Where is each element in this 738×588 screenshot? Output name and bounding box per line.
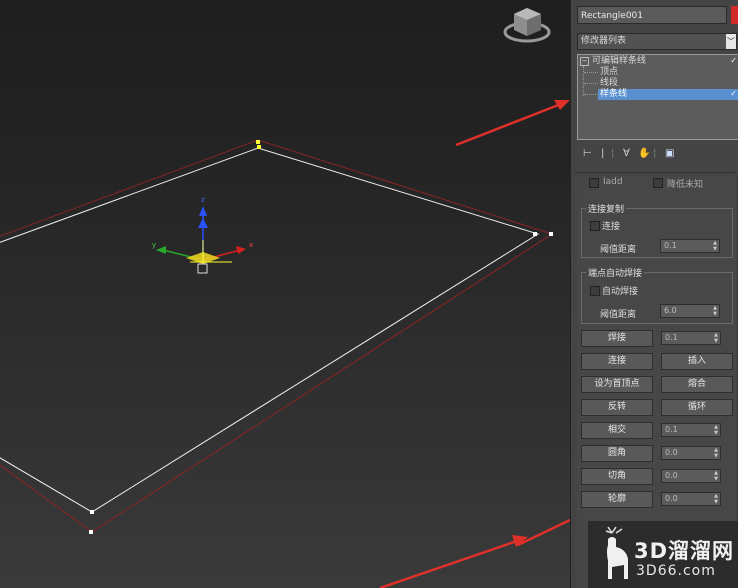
separator: ¦ [653,148,657,159]
fuse-button[interactable]: 熔合 [661,376,733,393]
weld-threshold-label: 阈值距离 [600,310,637,320]
chevron-down-icon[interactable]: ﹀ [726,34,736,49]
end-weld-title: 端点自动焊接 [586,266,645,279]
vertex-top-2[interactable] [257,145,261,149]
separator: ¦ [611,148,615,159]
insert-button[interactable]: 插入 [661,353,733,370]
deer-logo-icon [605,526,628,579]
viewport-canvas[interactable]: z x y [0,0,570,588]
fillet-button[interactable]: 圆角 [581,445,653,462]
gizmo-z-label: z [201,196,205,204]
connect-button[interactable]: 连接 [581,353,653,370]
connect-threshold-value: 0.1 [664,241,677,250]
weld-button[interactable]: 焊接 [581,330,653,347]
connect-copy-group: 连接复制 连接 阈值距离 0.1 ▲ ▼ [581,202,733,258]
connect-copy-title: 连接复制 [586,202,627,215]
spinner-arrows-icon[interactable]: ▲ ▼ [713,493,719,505]
end-weld-group: 端点自动焊接 自动焊接 阈值距离 6.0 ▲ ▼ [581,266,733,324]
outline-button[interactable]: 轮廓 [581,491,653,508]
weld-threshold-spinner[interactable]: 6.0 ▲ ▼ [660,304,720,318]
chamfer-button[interactable]: 切角 [581,468,653,485]
spinner-arrows-icon[interactable]: ▲ ▼ [713,424,719,436]
object-color-swatch[interactable] [731,6,738,24]
stack-item-segment[interactable]: 线段 [600,78,618,89]
weld-spinner[interactable]: 0.1 ▲ ▼ [661,331,721,345]
modifier-stack[interactable]: − 可编辑样条线 ✓ 顶点 线段 样条线 ✓ [577,54,738,140]
spline-outline-red [0,139,554,533]
connect-copy-checkbox[interactable] [590,221,600,231]
pin-stack-icon[interactable]: ⊢ [583,148,592,159]
gizmo-x-label: x [249,241,253,249]
weld-threshold-value: 6.0 [664,306,677,315]
partial-checkbox[interactable] [589,178,599,188]
annotation-arrow-top [455,100,570,147]
cycle-button[interactable]: 循环 [661,399,733,416]
partial-label-right: 降低未知 [667,180,704,190]
tree-line [583,66,584,96]
connect-copy-label: 连接 [602,222,621,232]
stack-item-spline[interactable]: 样条线 [598,89,738,100]
fillet-spinner[interactable]: 0.0 ▲ ▼ [661,446,721,460]
connect-threshold-label: 阈值距离 [600,245,637,255]
viewport-perspective[interactable]: z x y [0,0,570,588]
check-icon: ✓ [730,56,737,65]
vertex-top[interactable] [256,140,260,144]
spline-rectangle[interactable] [0,147,540,513]
watermark-cn: 3D溜溜网 [634,539,735,563]
auto-weld-label: 自动焊接 [602,287,639,297]
watermark-en: 3D66.com [636,563,716,579]
move-gizmo[interactable]: z x y [152,196,253,274]
gizmo-y-label: y [152,241,156,249]
cross-insert-spinner[interactable]: 0.1 ▲ ▼ [661,423,721,437]
stack-item-editable-spline[interactable]: 可编辑样条线 [592,56,646,67]
spinner-arrows-icon[interactable]: ▲ ▼ [712,305,718,317]
modifier-list-label: 修改器列表 [581,36,627,46]
check-icon: ✓ [730,89,737,98]
viewcube-icon[interactable] [503,8,551,43]
spinner-arrows-icon[interactable]: ▲ ▼ [713,447,719,459]
reverse-button[interactable]: 反转 [581,399,653,416]
divider [575,172,735,173]
vertex-right[interactable] [533,232,537,236]
vertex-bottom[interactable] [90,510,94,514]
tree-branch [584,83,598,84]
vertex-right-outer[interactable] [549,232,553,236]
modifier-list-dropdown[interactable]: 修改器列表 ﹀ [577,33,737,50]
weld-value: 0.1 [665,333,678,342]
chamfer-spinner[interactable]: 0.0 ▲ ▼ [661,469,721,483]
watermark-logo: 3D溜溜网 3D66.com [588,521,738,588]
make-first-button[interactable]: 设为首顶点 [581,376,653,393]
vertex-bottom-outer[interactable] [89,530,93,534]
spinner-arrows-icon[interactable]: ▲ ▼ [712,240,718,252]
cross-insert-value: 0.1 [665,425,678,434]
chamfer-value: 0.0 [665,471,678,480]
make-unique-icon[interactable]: ∀ [623,148,630,159]
outline-spinner[interactable]: 0.0 ▲ ▼ [661,492,721,506]
collapse-icon[interactable]: − [580,57,589,66]
command-panel: Rectangle001 修改器列表 ﹀ − 可编辑样条线 ✓ 顶点 线段 样条… [570,0,738,588]
spinner-arrows-icon[interactable]: ▲ ▼ [713,470,719,482]
cross-insert-button[interactable]: 相交 [581,422,653,439]
configure-sets-icon[interactable]: ▣ [665,148,674,159]
stack-toolbar: ⊢ | ¦ ∀ ✋ ¦ ▣ [579,148,729,164]
annotation-arrow-bottom [379,518,570,588]
outline-value: 0.0 [665,494,678,503]
remove-modifier-icon[interactable]: ✋ [638,148,650,159]
object-name-field[interactable]: Rectangle001 [577,6,727,24]
partial-checkbox-2[interactable] [653,178,663,188]
fillet-value: 0.0 [665,448,678,457]
spinner-arrows-icon[interactable]: ▲ ▼ [713,332,719,344]
show-end-result-icon[interactable]: | [601,148,604,159]
tree-branch [584,72,598,73]
auto-weld-checkbox[interactable] [590,286,600,296]
stack-item-vertex[interactable]: 顶点 [600,67,618,78]
tree-branch [584,94,598,95]
connect-threshold-spinner[interactable]: 0.1 ▲ ▼ [660,239,720,253]
partial-label-left: Iadd [603,177,623,187]
